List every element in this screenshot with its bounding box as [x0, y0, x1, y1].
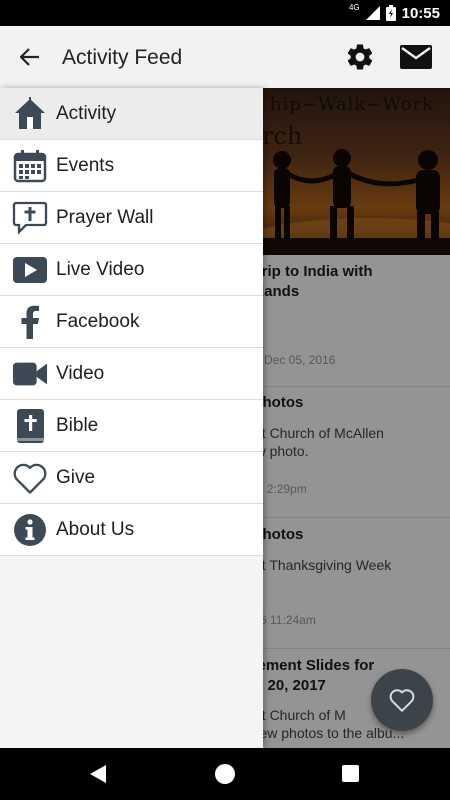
clock: 10:55: [401, 4, 440, 22]
prayer-bubble-icon: [12, 200, 48, 236]
drawer-item-label: Events: [56, 154, 115, 176]
drawer-item-label: About Us: [56, 518, 135, 540]
messages-button[interactable]: [400, 45, 432, 69]
heart-icon: [12, 460, 48, 496]
bible-icon: [12, 408, 48, 444]
navigation-drawer: Activity Events Prayer Wall Live Video F…: [0, 88, 263, 748]
drawer-item-label: Live Video: [56, 258, 145, 280]
settings-button[interactable]: [345, 42, 375, 72]
drawer-item-label: Give: [56, 466, 96, 488]
info-icon: [12, 512, 48, 548]
favorite-fab[interactable]: [371, 669, 433, 731]
arrow-back-icon: [20, 48, 39, 66]
facebook-icon: [12, 304, 48, 340]
home-icon: [12, 96, 48, 132]
drawer-item-events[interactable]: Events: [0, 140, 263, 192]
heart-icon: [389, 689, 415, 712]
drawer-item-activity[interactable]: Activity: [0, 88, 263, 140]
status-bar: 4G 10:55: [0, 0, 450, 26]
drawer-item-give[interactable]: Give: [0, 452, 263, 504]
network-type-label: 4G: [348, 2, 360, 12]
page-title: Activity Feed: [62, 46, 183, 69]
drawer-item-video[interactable]: Video: [0, 348, 263, 400]
nav-back-icon[interactable]: [88, 764, 108, 784]
nav-home-icon[interactable]: [215, 764, 235, 784]
drawer-item-live-video[interactable]: Live Video: [0, 244, 263, 296]
video-camera-icon: [12, 356, 48, 392]
calendar-icon: [12, 148, 48, 184]
play-icon: [12, 252, 48, 288]
status-icons: 4G 10:55: [349, 0, 440, 26]
drawer-item-label: Video: [56, 362, 105, 384]
drawer-item-label: Bible: [56, 414, 99, 436]
drawer-item-label: Facebook: [56, 310, 140, 332]
battery-icon: [385, 5, 396, 21]
drawer-item-label: Activity: [56, 102, 117, 124]
drawer-item-label: Prayer Wall: [56, 206, 154, 228]
system-nav-bar: [0, 748, 450, 800]
mail-icon: [400, 45, 432, 69]
signal-icon: [365, 6, 380, 20]
back-button[interactable]: [14, 43, 46, 71]
app-bar: Activity Feed: [0, 26, 450, 88]
drawer-item-facebook[interactable]: Facebook: [0, 296, 263, 348]
drawer-item-about-us[interactable]: About Us: [0, 504, 263, 556]
drawer-item-bible[interactable]: Bible: [0, 400, 263, 452]
nav-recents-icon[interactable]: [342, 765, 359, 782]
gear-icon: [347, 44, 373, 70]
drawer-item-prayer-wall[interactable]: Prayer Wall: [0, 192, 263, 244]
